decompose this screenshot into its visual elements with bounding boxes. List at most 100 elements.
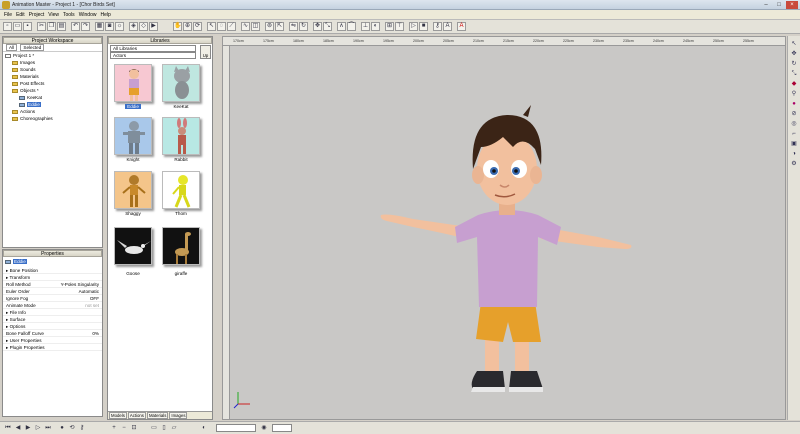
zoom-icon[interactable]: ⊕ (183, 22, 192, 31)
select-icon[interactable]: ↖ (207, 22, 216, 31)
menu-view[interactable]: View (48, 12, 59, 18)
cut-icon[interactable]: ✂ (37, 22, 46, 31)
thumb-thom[interactable] (162, 171, 200, 209)
property-row[interactable]: ▸ Plugin Properties (3, 344, 102, 351)
loop-icon[interactable]: ⟲ (68, 424, 76, 432)
hook-icon[interactable]: ⌐ (790, 130, 798, 138)
view-top-icon[interactable]: ▱ (170, 424, 178, 432)
workspace-selected-tab[interactable]: Selected (20, 44, 45, 51)
hide-icon[interactable]: ◑ (790, 150, 798, 158)
tree-item[interactable]: Eddie (3, 101, 102, 108)
stop-icon[interactable]: ■ (419, 22, 428, 31)
patch-icon[interactable]: ◫ (251, 22, 260, 31)
bone-icon[interactable]: ⟋ (227, 22, 236, 31)
bones-toggle-icon[interactable]: ⊤ (395, 22, 404, 31)
tree-item[interactable]: Sounds (3, 66, 102, 73)
tree-item[interactable]: Choreographies (3, 115, 102, 122)
move-icon[interactable]: ✥ (313, 22, 322, 31)
extrude-icon[interactable]: ⇱ (275, 22, 284, 31)
workspace-filter[interactable]: All (6, 44, 18, 51)
open-icon[interactable]: ▭ (13, 22, 22, 31)
key-icon[interactable]: ⚷ (78, 424, 86, 432)
paste-icon[interactable]: ▤ (57, 22, 66, 31)
tab-models[interactable]: Models (109, 412, 127, 419)
frame-field[interactable] (216, 424, 256, 432)
mirror-icon[interactable]: ⇋ (289, 22, 298, 31)
menu-tools[interactable]: Tools (63, 12, 75, 18)
scale-icon[interactable]: ⤡ (790, 70, 798, 78)
move-icon[interactable]: ✥ (790, 50, 798, 58)
shaded-icon[interactable]: ◐ (200, 424, 208, 432)
library-up-button[interactable]: Up (200, 45, 211, 59)
model-icon[interactable]: ◇ (139, 22, 148, 31)
thumb-goose[interactable] (114, 227, 152, 265)
tree-item[interactable]: Project 1 * (3, 52, 102, 59)
property-row[interactable]: Ignore Fog OFF (3, 295, 102, 302)
tree-item[interactable]: Actions (3, 108, 102, 115)
peak-icon[interactable]: ∧ (337, 22, 346, 31)
smooth-icon[interactable]: ⌒ (347, 22, 356, 31)
tab-images[interactable]: Images (169, 412, 188, 419)
turn-icon[interactable]: ⟳ (193, 22, 202, 31)
maximize-icon[interactable]: □ (773, 1, 785, 9)
rotate-icon[interactable]: ↻ (790, 60, 798, 68)
property-row[interactable]: ▸ Transform (3, 274, 102, 281)
tree-item[interactable]: Images (3, 59, 102, 66)
library-category[interactable]: Actors (110, 52, 196, 59)
fit-icon[interactable]: ⊡ (130, 424, 138, 432)
grid-icon[interactable]: ▦ (95, 22, 104, 31)
zoom-in-icon[interactable]: + (110, 424, 118, 432)
view-side-icon[interactable]: ▯ (160, 424, 168, 432)
menu-window[interactable]: Window (79, 12, 97, 18)
eddie-character[interactable] (373, 87, 643, 397)
shading-icon[interactable]: ◐ (371, 22, 380, 31)
property-row[interactable]: ▸ Options (3, 323, 102, 330)
tree-item[interactable]: Post Effects (3, 80, 102, 87)
lathe-icon[interactable]: ⊚ (265, 22, 274, 31)
tree-item[interactable]: KeeKat (3, 94, 102, 101)
property-row[interactable]: Euler Order Automatic (3, 288, 102, 295)
menu-file[interactable]: File (4, 12, 12, 18)
eye-icon[interactable]: ◉ (260, 424, 268, 432)
menu-edit[interactable]: Edit (16, 12, 25, 18)
property-row[interactable]: ▸ File Info (3, 309, 102, 316)
library-dropdown[interactable]: All Libraries (110, 45, 196, 52)
select-icon[interactable]: ↖ (790, 40, 798, 48)
last-frame-icon[interactable]: ⏭ (44, 424, 52, 432)
render-icon[interactable]: ◈ (129, 22, 138, 31)
scale-icon[interactable]: ⤡ (323, 22, 332, 31)
undo-icon[interactable]: ↶ (71, 22, 80, 31)
thumb-giraffe[interactable] (162, 227, 200, 265)
lasso-icon[interactable]: ◌ (217, 22, 226, 31)
play-icon[interactable]: ▷ (409, 22, 418, 31)
save-icon[interactable]: ▪ (23, 22, 32, 31)
redo-icon[interactable]: ↷ (81, 22, 90, 31)
text-icon[interactable]: A (443, 22, 452, 31)
camera-icon[interactable]: ◙ (105, 22, 114, 31)
wireframe-icon[interactable]: ⊞ (385, 22, 394, 31)
property-row[interactable]: ▸ User Properties (3, 337, 102, 344)
property-row[interactable]: Animate Mode not set (3, 302, 102, 309)
property-row[interactable]: Roll Method Y-Poles Singularity (3, 281, 102, 288)
view-front-icon[interactable]: ▭ (150, 424, 158, 432)
thumb-shaggy[interactable] (114, 171, 152, 209)
prev-frame-icon[interactable]: ◀ (14, 424, 22, 432)
thumb-rabbit[interactable] (162, 117, 200, 155)
group-icon[interactable]: ▣ (790, 140, 798, 148)
light-icon[interactable]: ☼ (115, 22, 124, 31)
pose-icon[interactable]: ⚲ (790, 90, 798, 98)
next-frame-icon[interactable]: ▷ (34, 424, 42, 432)
material-icon[interactable]: ● (790, 100, 798, 108)
key-icon[interactable]: ⚷ (433, 22, 442, 31)
menu-project[interactable]: Project (29, 12, 45, 18)
lock-icon[interactable]: ⊘ (790, 110, 798, 118)
copy-icon[interactable]: ❐ (47, 22, 56, 31)
bone-icon[interactable]: ◆ (790, 80, 798, 88)
property-row[interactable]: Bone Falloff Curve 0% (3, 330, 102, 337)
tab-materials[interactable]: Materials (146, 412, 169, 419)
minimize-icon[interactable]: – (760, 1, 772, 9)
thumb-eddie[interactable] (114, 64, 152, 102)
thumb-keekat[interactable] (162, 64, 200, 102)
hand-icon[interactable]: ✋ (173, 22, 182, 31)
rotate-icon[interactable]: ↻ (299, 22, 308, 31)
